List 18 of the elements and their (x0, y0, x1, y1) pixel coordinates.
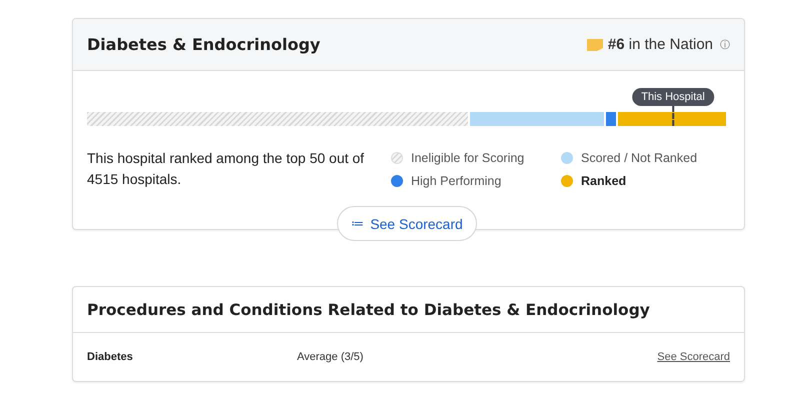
condition-name: Diabetes (87, 351, 134, 363)
rank-text: #6 in the Nation (608, 36, 713, 53)
legend-label: Scored / Not Ranked (581, 150, 698, 165)
card-title: Diabetes & Endocrinology (87, 35, 320, 54)
see-scorecard-link[interactable]: See Scorecard (657, 351, 730, 363)
ranking-summary: This hospital ranked among the top 50 out of 4515 hospitals. (87, 149, 366, 189)
legend-dot (391, 152, 403, 164)
info-icon[interactable]: ⓘ (720, 38, 730, 52)
ribbon-icon (586, 38, 603, 51)
legend-label: High Performing (411, 174, 502, 188)
legend-label: Ineligible for Scoring (411, 150, 524, 165)
section-title: Procedures and Conditions Related to Diabetes & Endocrinology (73, 287, 744, 333)
see-scorecard-button[interactable]: ≔ See Scorecard (337, 206, 477, 241)
marker-line (672, 106, 674, 126)
list-icon: ≔ (351, 216, 364, 231)
hospital-tooltip: This Hospital (632, 88, 714, 106)
rating-text: Average (3/5) (297, 351, 364, 363)
legend-label: Ranked (581, 174, 626, 188)
